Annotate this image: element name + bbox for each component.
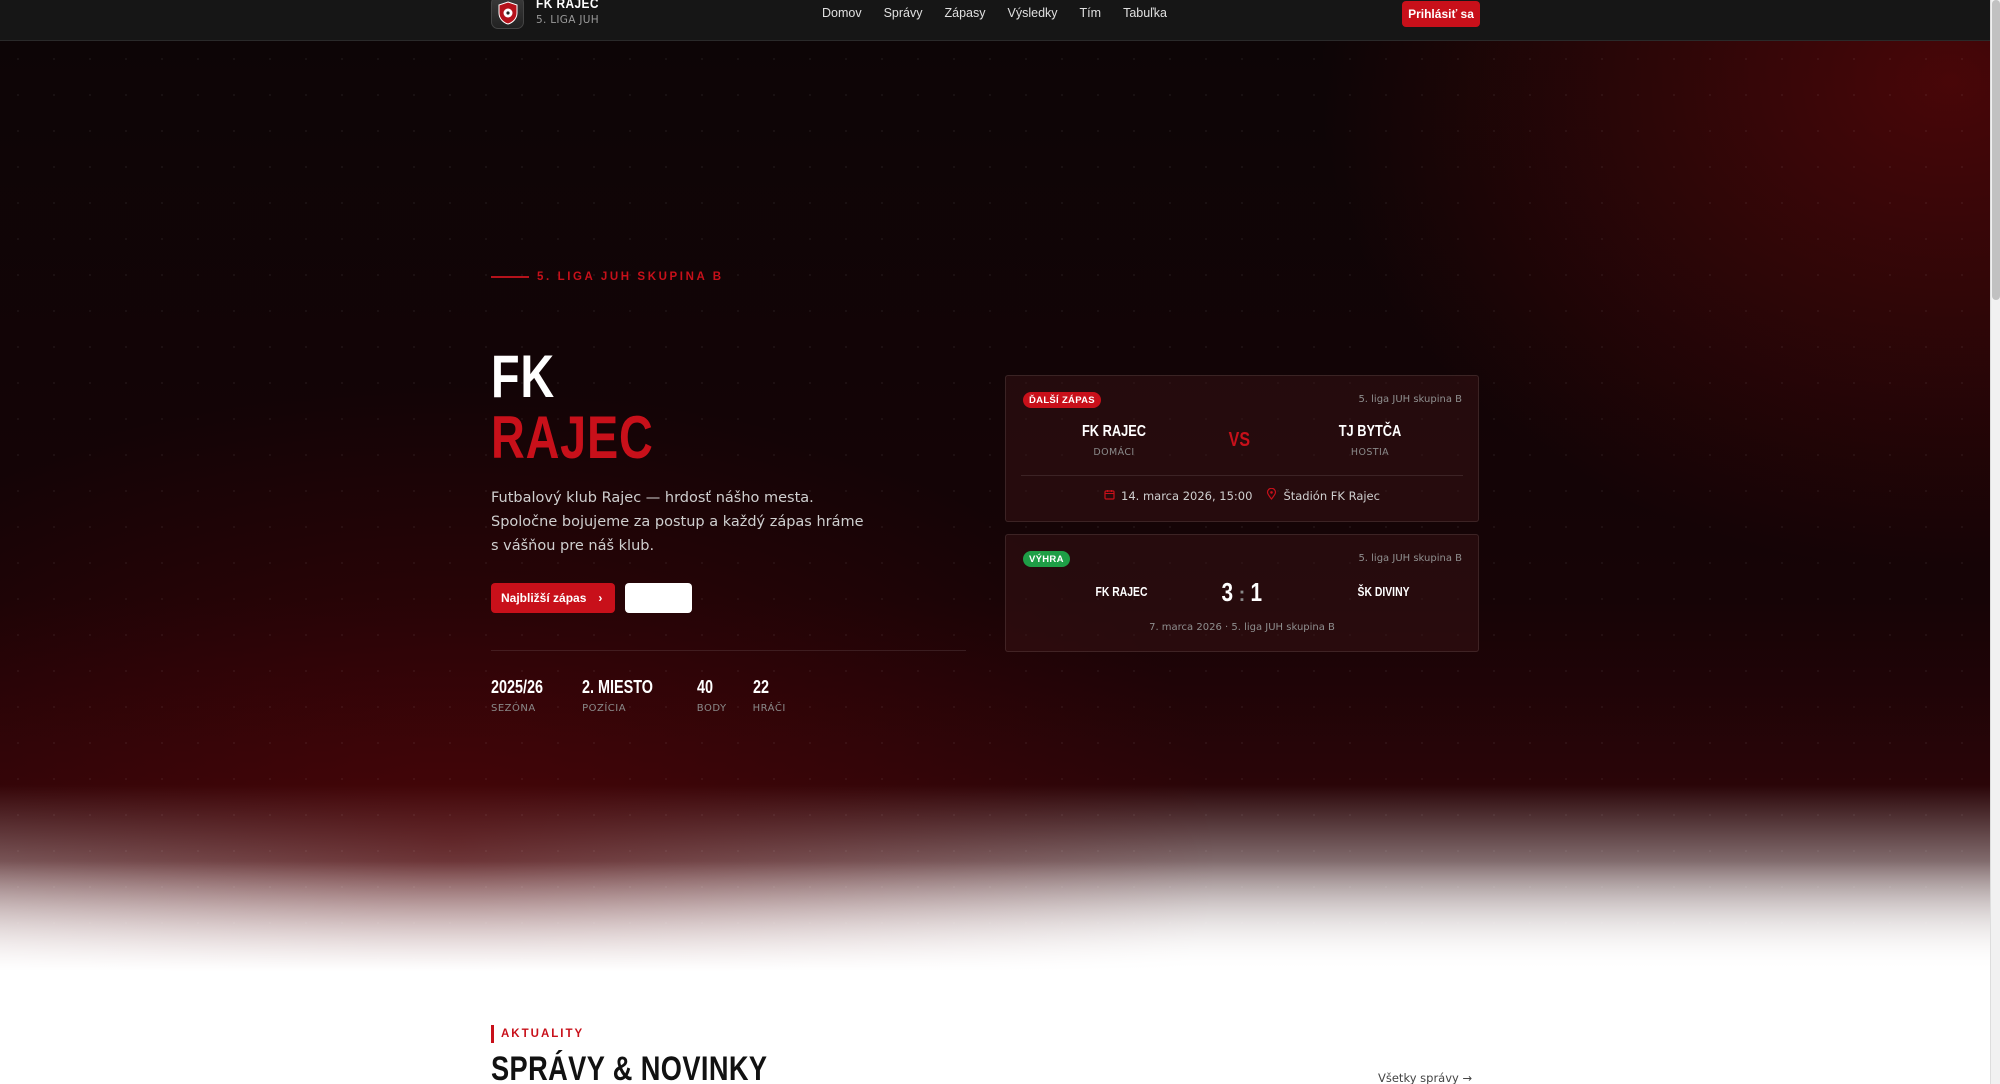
eyebrow-bar	[491, 1025, 494, 1043]
hero-description: Futbalový klub Rajec — hrdosť nášho mest…	[491, 490, 864, 554]
home-team-name: FK RAJEC	[1081, 423, 1146, 440]
card-divider	[1021, 475, 1463, 476]
away-team-name: TJ BYTČA	[1338, 423, 1402, 440]
home-team: FK RAJEC DOMÁCI	[1034, 423, 1194, 458]
page-scrollbar[interactable]	[1990, 0, 2000, 1084]
league-label: 5. LIGA JUH SKUPINA B	[537, 271, 724, 283]
vs-label: VS	[1228, 429, 1251, 451]
match-date: 14. marca 2026, 15:00	[1104, 488, 1252, 503]
main-menu: Domov Správy Zápasy Výsledky Tím Tabuľka	[822, 6, 1189, 20]
match-venue: Štadión FK Rajec	[1266, 487, 1380, 503]
away-team-role: HOSTIA	[1350, 447, 1390, 458]
match-date-text: 14. marca 2026, 15:00	[1121, 488, 1253, 503]
calendar-icon	[1104, 489, 1115, 503]
brand-subtitle: 5. LIGA JUH	[536, 14, 599, 26]
stat-value: 40	[696, 677, 713, 697]
stat-season: 2025/26 SEZÓNA	[491, 677, 556, 714]
nav-link-domov[interactable]: Domov	[822, 6, 862, 20]
stat-position: 2. MIESTO POZÍCIA	[582, 677, 671, 714]
brand[interactable]: FK RAJEC 5. LIGA JUH	[491, 0, 610, 29]
club-logo-icon	[491, 0, 524, 29]
stat-label: SEZÓNA	[491, 703, 536, 714]
match-league: 5. liga JUH skupina B	[1358, 394, 1462, 405]
home-score: 3	[1221, 577, 1234, 607]
news-eyebrow-label: AKTUALITY	[501, 1028, 585, 1040]
top-navbar: FK RAJEC 5. LIGA JUH Domov Správy Zápasy…	[0, 0, 1990, 41]
stat-label: BODY	[696, 703, 727, 714]
news-eyebrow: AKTUALITY	[491, 1025, 584, 1043]
brand-name: FK RAJEC	[536, 0, 599, 11]
nav-link-spravy[interactable]: Správy	[884, 6, 923, 20]
result-league: 5. liga JUH skupina B	[1358, 553, 1462, 564]
all-news-link[interactable]: Všetky správy →	[1378, 1071, 1472, 1084]
club-stats: 2025/26 SEZÓNA 2. MIESTO POZÍCIA 40 BODY…	[491, 677, 812, 714]
result-badge: VÝHRA	[1023, 551, 1070, 567]
away-team: TJ BYTČA HOSTIA	[1290, 423, 1450, 458]
login-button[interactable]: Prihlásiť sa	[1402, 1, 1480, 27]
stat-players: 22 HRÁČI	[753, 677, 786, 714]
result-meta: 7. marca 2026 · 5. liga JUH skupina B	[1149, 622, 1335, 633]
stat-value: 2. MIESTO	[582, 677, 654, 697]
match-meta: 14. marca 2026, 15:00 Štadión FK Rajec	[1006, 487, 1478, 503]
score-separator: :	[1238, 584, 1246, 606]
match-venue-text: Štadión FK Rajec	[1283, 488, 1380, 503]
secondary-button[interactable]	[625, 583, 692, 613]
hero-eyebrow: 5. LIGA JUH SKUPINA B	[491, 271, 724, 283]
nav-link-zapasy[interactable]: Zápasy	[945, 6, 986, 20]
chevron-right-icon: ›	[598, 591, 603, 605]
scrollbar-thumb[interactable]	[1992, 0, 2000, 300]
nav-link-tim[interactable]: Tím	[1080, 6, 1102, 20]
home-team-role: DOMÁCI	[1093, 447, 1135, 458]
hero-divider	[491, 650, 966, 651]
news-section-title: SPRÁVY & NOVINKY	[491, 1050, 768, 1084]
stat-points: 40 BODY	[697, 677, 727, 714]
result-away-team: ŠK DIVINY	[1357, 584, 1410, 599]
dot-pattern-background	[0, 41, 1990, 971]
hero-title-line1: FK	[491, 343, 555, 410]
next-match-badge: ĎALŠÍ ZÁPAS	[1023, 392, 1101, 408]
away-score: 1	[1250, 577, 1263, 607]
hero-section: 5. LIGA JUH SKUPINA B FK RAJEC Futbalový…	[0, 41, 1990, 971]
next-match-button[interactable]: Najbližší zápas ›	[491, 583, 615, 613]
next-match-card[interactable]: ĎALŠÍ ZÁPAS 5. liga JUH skupina B FK RAJ…	[1005, 375, 1479, 522]
hero-title-line2: RAJEC	[491, 404, 654, 471]
last-result-card[interactable]: VÝHRA 5. liga JUH skupina B FK RAJEC 3:1…	[1005, 534, 1479, 652]
stat-value: 2025/26	[491, 677, 544, 697]
hero-bottom-fade	[0, 861, 1990, 971]
stat-label: HRÁČI	[752, 703, 786, 714]
stat-label: POZÍCIA	[582, 703, 627, 714]
nav-link-vysledky[interactable]: Výsledky	[1008, 6, 1058, 20]
stat-value: 22	[752, 677, 769, 697]
eyebrow-line	[491, 276, 529, 278]
nav-link-tabulka[interactable]: Tabuľka	[1123, 6, 1167, 20]
next-match-button-label: Najbližší zápas	[501, 591, 587, 605]
location-pin-icon	[1266, 487, 1277, 503]
